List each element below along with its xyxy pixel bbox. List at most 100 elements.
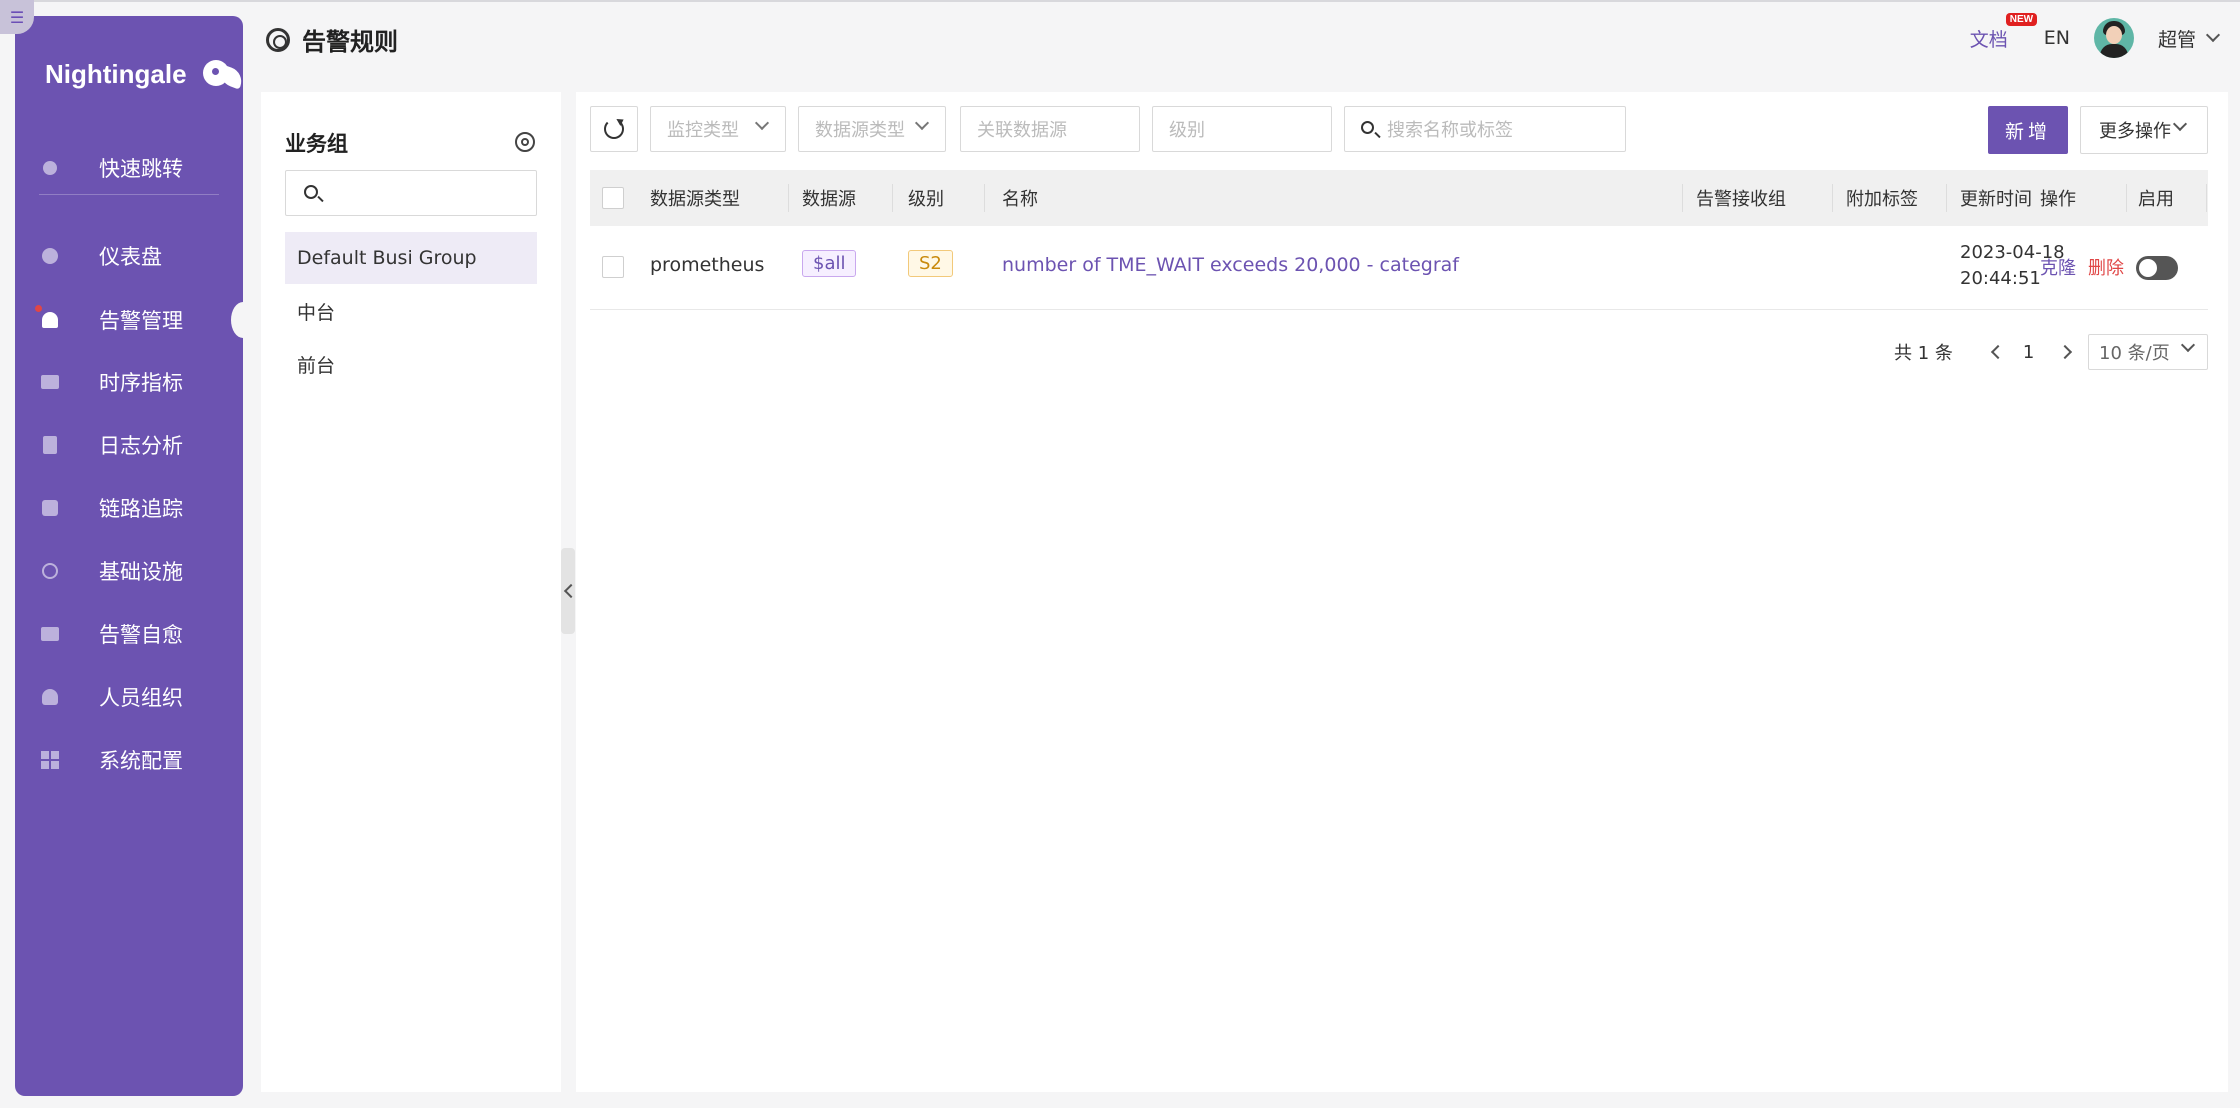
chevron-down-icon xyxy=(914,115,930,131)
sidebar-item-label: 告警自愈 xyxy=(99,623,183,647)
sidebar: Nightingale 快速跳转 仪表盘 告警管理 时序指标 日志分析 链路追踪… xyxy=(15,16,255,1096)
prev-page-icon[interactable] xyxy=(1990,344,2005,360)
monitor-type-placeholder: 监控类型 xyxy=(667,120,739,141)
add-rule-button[interactable]: 新增 xyxy=(1988,106,2068,154)
alarm-icon xyxy=(39,309,61,331)
gear-icon[interactable] xyxy=(515,132,535,152)
datasource-tag: $all xyxy=(802,250,857,277)
sidebar-item-label: 日志分析 xyxy=(99,434,183,458)
column-header[interactable]: 启用 xyxy=(2138,170,2174,226)
severity-select[interactable]: 级别 xyxy=(1152,106,1332,152)
nightingale-bird-icon xyxy=(197,54,245,94)
dashboard-icon xyxy=(39,245,61,267)
clone-link[interactable]: 克隆 xyxy=(2040,254,2076,280)
column-header[interactable]: 告警接收组 xyxy=(1696,170,1786,226)
group-item-label: 中台 xyxy=(297,301,336,324)
docs-label: 文档 xyxy=(1969,28,2008,51)
monitor-type-select[interactable]: 监控类型 xyxy=(650,106,786,152)
pagination-total: 共 1 条 xyxy=(1894,343,1953,364)
menu-toggle-button[interactable]: ☰ xyxy=(0,0,34,34)
column-header[interactable]: 名称 xyxy=(1002,170,1038,226)
next-page-icon[interactable] xyxy=(2058,344,2073,360)
cell-datasource-type: prometheus xyxy=(650,254,765,276)
more-actions-label: 更多操作 xyxy=(2099,121,2171,142)
column-divider xyxy=(2126,184,2127,212)
datasource-type-select[interactable]: 数据源类型 xyxy=(798,106,946,152)
chevron-down-icon xyxy=(754,115,770,131)
search-icon xyxy=(39,157,61,179)
sidebar-item-tracing[interactable]: 链路追踪 xyxy=(15,484,243,532)
row-checkbox[interactable] xyxy=(602,256,624,278)
docs-link[interactable]: 文档 NEW xyxy=(1969,12,2038,52)
user-menu[interactable]: 超管 xyxy=(2157,25,2221,52)
enable-toggle[interactable] xyxy=(2136,256,2178,280)
group-search-input[interactable] xyxy=(285,170,537,216)
column-header[interactable]: 数据源类型 xyxy=(650,170,740,226)
rule-name-link[interactable]: number of TME_WAIT exceeds 20,000 - cate… xyxy=(1002,254,1459,276)
sidebar-item-label: 系统配置 xyxy=(99,749,183,773)
rule-search-input[interactable]: 搜索名称或标签 xyxy=(1344,106,1626,152)
related-datasource-select[interactable]: 关联数据源 xyxy=(960,106,1140,152)
column-divider xyxy=(2206,184,2207,212)
more-actions-button[interactable]: 更多操作 xyxy=(2080,106,2208,154)
column-header[interactable]: 附加标签 xyxy=(1846,170,1918,226)
page-size-label: 10 条/页 xyxy=(2099,343,2170,364)
sidebar-item-people[interactable]: 人员组织 xyxy=(15,673,243,721)
link-icon xyxy=(39,497,61,519)
group-item-label: Default Busi Group xyxy=(297,247,477,269)
menu-divider xyxy=(39,194,219,195)
delete-link[interactable]: 删除 xyxy=(2088,254,2124,280)
sidebar-item-alarm-management[interactable]: 告警管理 xyxy=(15,296,255,344)
column-divider xyxy=(984,184,985,212)
sidebar-item-dashboard[interactable]: 仪表盘 xyxy=(15,232,243,280)
page-title: 告警规则 xyxy=(302,28,398,56)
sidebar-item-self-healing[interactable]: 告警自愈 xyxy=(15,610,243,658)
sidebar-item-label: 告警管理 xyxy=(99,309,183,333)
sidebar-item-label: 时序指标 xyxy=(99,371,183,395)
terminal-icon xyxy=(39,623,61,645)
search-icon xyxy=(304,185,318,199)
page-size-select[interactable]: 10 条/页 xyxy=(2088,334,2208,370)
chevron-down-icon xyxy=(2172,116,2188,132)
sidebar-item-system-config[interactable]: 系统配置 xyxy=(15,736,243,784)
column-divider xyxy=(892,184,893,212)
business-group-title: 业务组 xyxy=(285,132,348,156)
user-name: 超管 xyxy=(2157,28,2196,51)
sidebar-item-metrics[interactable]: 时序指标 xyxy=(15,358,243,406)
table-header: 数据源类型 数据源 级别 名称 告警接收组 附加标签 更新时间 启用 xyxy=(590,170,2208,226)
alert-rules-panel: 监控类型 数据源类型 关联数据源 级别 搜索名称或标签 新增 更多操作 数据源类… xyxy=(576,92,2228,1092)
severity-placeholder: 级别 xyxy=(1169,120,1205,141)
current-page[interactable]: 1 xyxy=(2023,342,2034,363)
sidebar-item-infrastructure[interactable]: 基础设施 xyxy=(15,547,243,595)
sidebar-item-label: 基础设施 xyxy=(99,560,183,584)
column-header[interactable]: 数据源 xyxy=(802,170,856,226)
gear-icon xyxy=(266,27,290,52)
search-icon xyxy=(1361,121,1374,134)
target-icon xyxy=(39,560,61,582)
log-icon xyxy=(39,434,61,456)
table-row[interactable]: prometheus $all S2 number of TME_WAIT ex… xyxy=(590,226,2208,310)
group-item[interactable]: 中台 xyxy=(285,285,537,337)
column-header[interactable]: 级别 xyxy=(908,170,944,226)
group-item[interactable]: Default Busi Group xyxy=(285,232,537,284)
group-item[interactable]: 前台 xyxy=(285,338,537,390)
sidebar-item-quick-jump[interactable]: 快速跳转 xyxy=(15,144,243,192)
chevron-down-icon xyxy=(2205,27,2221,43)
collapse-panel-handle[interactable] xyxy=(561,548,575,634)
refresh-button[interactable] xyxy=(590,106,638,152)
column-header[interactable]: 更新时间 xyxy=(1960,170,2032,226)
select-all-checkbox[interactable] xyxy=(602,187,624,209)
sidebar-item-logs[interactable]: 日志分析 xyxy=(15,421,243,469)
column-header: 操作 xyxy=(2040,189,2076,210)
cell-severity: S2 xyxy=(908,250,953,277)
new-badge: NEW xyxy=(2005,12,2038,26)
app-logo[interactable]: Nightingale xyxy=(45,54,245,94)
app-name: Nightingale xyxy=(45,58,187,89)
language-switch[interactable]: EN xyxy=(2044,27,2070,49)
avatar[interactable] xyxy=(2093,18,2134,58)
top-border xyxy=(0,0,2240,2)
grid-icon xyxy=(39,749,61,771)
pagination: 共 1 条 1 xyxy=(1894,334,2073,370)
line-chart-icon xyxy=(39,371,61,393)
sidebar-item-label: 快速跳转 xyxy=(99,157,183,181)
